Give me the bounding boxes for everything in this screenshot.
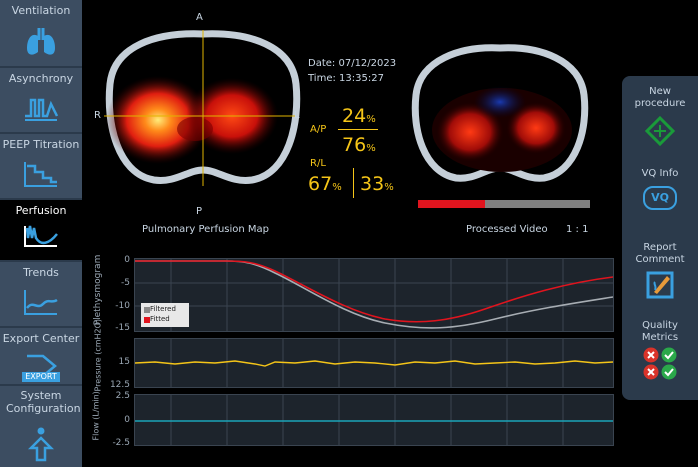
pleth-tick-0: 0 bbox=[124, 255, 130, 265]
system-config-icon bbox=[27, 427, 55, 462]
ap-top-value: 24% bbox=[342, 105, 376, 127]
nav-asynchrony-label: Asynchrony bbox=[8, 72, 74, 85]
nav-ventilation-label: Ventilation bbox=[11, 4, 71, 17]
rl-left-number: 67 bbox=[308, 173, 333, 195]
video-progress-fill bbox=[418, 200, 486, 208]
nav-system-label: System Configuration bbox=[6, 389, 81, 415]
pressure-trace bbox=[135, 360, 613, 367]
new-procedure-button[interactable]: New procedure bbox=[622, 86, 698, 147]
flow-chart bbox=[134, 394, 614, 446]
ap-label: A/P bbox=[310, 124, 327, 135]
ap-top-unit: % bbox=[366, 114, 376, 125]
nav-export-center[interactable]: Export Center EXPORT bbox=[0, 328, 82, 384]
legend-filtered: Filtered bbox=[150, 305, 176, 313]
date-value: 07/12/2023 bbox=[338, 58, 397, 69]
map-label-p: P bbox=[196, 206, 203, 217]
pressure-chart bbox=[134, 338, 614, 388]
asynchrony-waveform-icon bbox=[25, 98, 59, 121]
pressure-tick-1: 12.5 bbox=[109, 380, 130, 390]
ap-bottom-number: 76 bbox=[342, 134, 367, 156]
time-label: Time: bbox=[308, 73, 336, 84]
flow-tick-0: 2.5 bbox=[115, 391, 130, 401]
map-label-l: L bbox=[294, 110, 300, 121]
date-label: Date: bbox=[308, 58, 336, 69]
report-comment-button[interactable]: Report Comment bbox=[622, 242, 698, 302]
quality-metrics-button[interactable]: Quality Metrics bbox=[622, 320, 698, 380]
lungs-icon bbox=[27, 28, 55, 55]
rl-left-value: 67% bbox=[308, 173, 342, 195]
nav-trends-label: Trends bbox=[23, 266, 59, 279]
trends-chart-icon bbox=[24, 290, 58, 315]
pleth-tick-3: -15 bbox=[115, 323, 130, 333]
rl-right-unit: % bbox=[384, 182, 394, 193]
ap-bottom-unit: % bbox=[366, 143, 376, 154]
ap-divider bbox=[338, 129, 378, 130]
quality-metrics-label: Quality Metrics bbox=[641, 320, 679, 343]
pressure-tick-0: 15 bbox=[118, 357, 130, 367]
rl-right-value: 33% bbox=[360, 173, 394, 195]
processed-video-image bbox=[411, 44, 589, 182]
new-procedure-label: New procedure bbox=[634, 86, 686, 109]
rl-right-number: 33 bbox=[360, 173, 385, 195]
map-caption: Pulmonary Perfusion Map bbox=[142, 224, 270, 235]
flow-tick-2: -2.5 bbox=[112, 438, 130, 448]
time-row: Time: 13:35:27 bbox=[308, 73, 384, 84]
report-comment-icon bbox=[646, 271, 674, 299]
video-caption: Processed Video bbox=[466, 224, 548, 235]
nav-asynchrony[interactable]: Asynchrony bbox=[0, 68, 82, 132]
filtered-trace bbox=[135, 260, 613, 329]
date-row: Date: 07/12/2023 bbox=[308, 58, 396, 69]
nav-export-label: Export Center bbox=[2, 332, 80, 345]
perfusion-map bbox=[104, 30, 301, 186]
rl-divider bbox=[353, 168, 354, 198]
pleth-tick-1: -5 bbox=[121, 278, 130, 288]
nav-trends[interactable]: Trends bbox=[0, 262, 82, 326]
map-label-a: A bbox=[196, 12, 203, 23]
ap-bottom-value: 76% bbox=[342, 134, 376, 156]
rl-label: R/L bbox=[310, 158, 326, 169]
vq-info-button[interactable]: VQ Info VQ bbox=[622, 168, 698, 220]
vq-icon: VQ bbox=[643, 186, 677, 210]
quality-metrics-icon bbox=[643, 347, 677, 380]
flow-tick-1: 0 bbox=[124, 415, 130, 425]
map-label-r: R bbox=[94, 110, 101, 121]
time-value: 13:35:27 bbox=[339, 73, 384, 84]
vq-info-label: VQ Info bbox=[641, 168, 679, 179]
legend-fitted: Fitted bbox=[150, 315, 170, 323]
fitted-trace bbox=[135, 260, 613, 323]
nav-perfusion[interactable]: Perfusion bbox=[0, 200, 82, 260]
peep-steps-icon bbox=[24, 162, 57, 187]
report-comment-label: Report Comment bbox=[635, 242, 685, 265]
ap-top-number: 24 bbox=[342, 105, 367, 127]
nav-peep-titration[interactable]: PEEP Titration bbox=[0, 134, 82, 198]
flow-ylabel: Flow (L/min) bbox=[91, 391, 101, 441]
nav-peep-label: PEEP Titration bbox=[2, 138, 80, 151]
nav-system-configuration[interactable]: System Configuration bbox=[0, 386, 82, 467]
perfusion-icon bbox=[24, 225, 58, 247]
pleth-tick-2: -10 bbox=[115, 301, 130, 311]
new-procedure-icon bbox=[644, 115, 676, 147]
nav-perfusion-label: Perfusion bbox=[15, 204, 67, 217]
plethysmogram-chart bbox=[134, 258, 614, 332]
nav-ventilation[interactable]: Ventilation bbox=[0, 0, 82, 66]
rl-left-unit: % bbox=[332, 182, 342, 193]
video-speed[interactable]: 1 : 1 bbox=[566, 224, 588, 235]
export-badge: EXPORT bbox=[22, 372, 60, 382]
video-progress-bar[interactable] bbox=[418, 200, 590, 208]
